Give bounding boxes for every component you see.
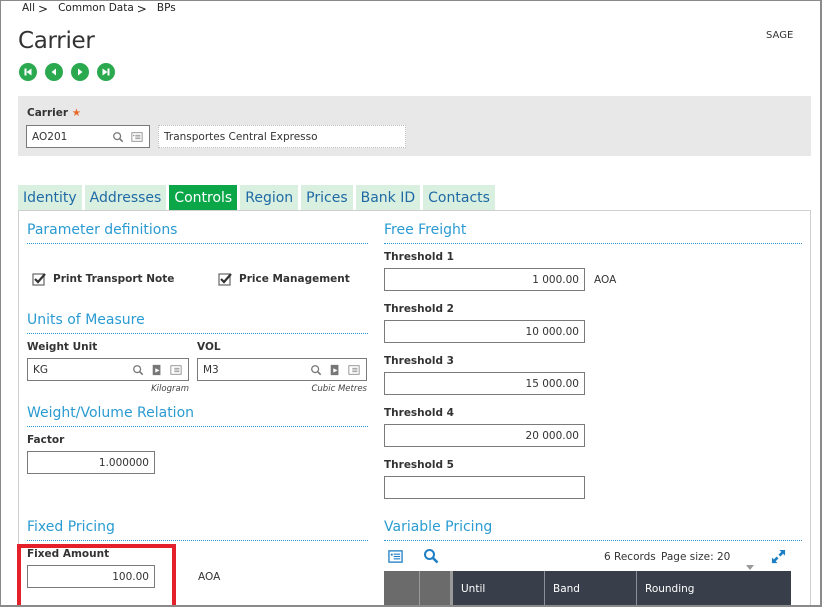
search-icon[interactable] <box>111 130 125 144</box>
carrier-code-field[interactable]: AO201 <box>26 125 150 148</box>
tab-contacts[interactable]: Contacts <box>423 185 495 210</box>
tab-identity[interactable]: Identity <box>18 185 82 210</box>
breadcrumb-separator: > <box>136 2 147 16</box>
page-size-select[interactable]: 20 <box>717 551 730 563</box>
threshold-1-field[interactable]: 1 000.00 <box>384 268 585 291</box>
first-icon <box>24 68 32 76</box>
required-icon: ★ <box>71 107 82 119</box>
section-divider <box>27 243 368 244</box>
tab-region[interactable]: Region <box>240 185 299 210</box>
threshold-4-label: Threshold 4 <box>384 407 454 419</box>
next-icon <box>78 68 83 76</box>
tab-bank-id[interactable]: Bank ID <box>355 185 421 210</box>
detail-card-icon <box>388 550 403 563</box>
fixed-amount-currency: AOA <box>198 571 221 583</box>
previous-record-button[interactable] <box>45 63 63 81</box>
threshold-2-field[interactable]: 10 000.00 <box>384 320 585 343</box>
breadcrumb-item-common-data[interactable]: Common Data <box>58 2 134 16</box>
record-navigation <box>19 63 115 81</box>
user-name[interactable]: SAGE <box>766 30 793 41</box>
grid-action-column[interactable] <box>420 571 453 607</box>
carrier-label: Carrier ★ <box>27 107 82 119</box>
parameter-definitions-title: Parameter definitions <box>27 222 178 238</box>
tab-addresses[interactable]: Addresses <box>84 185 167 210</box>
next-record-button[interactable] <box>71 63 89 81</box>
section-divider <box>384 540 802 541</box>
checkbox-checked-icon <box>32 273 46 286</box>
tab-bar: Identity Addresses Controls Region Price… <box>18 185 495 210</box>
last-record-button[interactable] <box>97 63 115 81</box>
threshold-3-label: Threshold 3 <box>384 355 454 367</box>
threshold-5-field[interactable] <box>384 476 585 499</box>
column-header-until[interactable]: Until <box>453 571 545 607</box>
highlight-box <box>17 544 176 607</box>
fixed-pricing-title: Fixed Pricing <box>27 519 115 535</box>
threshold-5-label: Threshold 5 <box>384 459 454 471</box>
chevron-down-icon <box>746 565 754 570</box>
column-header-rounding[interactable]: Rounding <box>637 571 791 607</box>
first-record-button[interactable] <box>19 63 37 81</box>
grid-search-button[interactable] <box>423 548 439 568</box>
factor-label: Factor <box>27 434 65 446</box>
weight-unit-label: Weight Unit <box>27 341 98 353</box>
page-size-label: Page size: <box>661 551 714 563</box>
detail-card-icon[interactable] <box>130 130 144 144</box>
tab-prices[interactable]: Prices <box>301 185 353 210</box>
threshold-2-label: Threshold 2 <box>384 303 454 315</box>
search-icon[interactable] <box>309 363 323 377</box>
print-transport-note-checkbox[interactable]: Print Transport Note <box>32 272 174 286</box>
breadcrumb-separator: > <box>38 2 49 16</box>
vol-description: Cubic Metres <box>311 384 367 394</box>
search-icon[interactable] <box>131 363 145 377</box>
expand-icon <box>771 549 786 564</box>
grid-select-column[interactable] <box>384 571 420 607</box>
column-header-band[interactable]: Band <box>545 571 637 607</box>
breadcrumb: All > Common Data > BPs <box>22 2 176 16</box>
detail-card-icon[interactable] <box>169 363 183 377</box>
vol-label: VOL <box>197 341 221 353</box>
last-icon <box>102 68 110 76</box>
weight-volume-relation-title: Weight/Volume Relation <box>27 405 195 421</box>
threshold-1-label: Threshold 1 <box>384 251 454 263</box>
breadcrumb-item-bps[interactable]: BPs <box>157 2 176 16</box>
section-divider <box>384 243 802 244</box>
grid-detail-button[interactable] <box>388 549 403 568</box>
jump-to-icon[interactable] <box>328 363 342 377</box>
units-of-measure-title: Units of Measure <box>27 312 145 328</box>
threshold-4-field[interactable]: 20 000.00 <box>384 424 585 447</box>
previous-icon <box>51 68 56 76</box>
section-divider <box>27 540 368 541</box>
variable-pricing-title: Variable Pricing <box>384 519 493 535</box>
section-divider <box>27 426 368 427</box>
free-freight-title: Free Freight <box>384 222 467 238</box>
jump-to-icon[interactable] <box>150 363 164 377</box>
vol-field[interactable]: M3 <box>197 358 367 381</box>
weight-unit-description: Kilogram <box>151 384 189 394</box>
price-management-checkbox[interactable]: Price Management <box>218 272 350 286</box>
detail-card-icon[interactable] <box>347 363 361 377</box>
grid-expand-button[interactable] <box>771 549 786 568</box>
tab-controls[interactable]: Controls <box>169 185 238 210</box>
search-icon <box>424 549 439 564</box>
variable-pricing-grid-header: Until Band Rounding <box>384 571 791 607</box>
grid-record-count: 6 Records <box>604 551 656 563</box>
threshold-3-field[interactable]: 15 000.00 <box>384 372 585 395</box>
weight-unit-field[interactable]: KG <box>27 358 189 381</box>
checkbox-checked-icon <box>218 273 232 286</box>
section-divider <box>27 333 368 334</box>
free-freight-currency: AOA <box>594 274 617 286</box>
breadcrumb-item-all[interactable]: All <box>22 2 35 16</box>
carrier-description-field: Transportes Central Expresso <box>158 125 406 148</box>
page-title: Carrier <box>18 28 95 54</box>
factor-field[interactable]: 1.000000 <box>27 451 155 474</box>
